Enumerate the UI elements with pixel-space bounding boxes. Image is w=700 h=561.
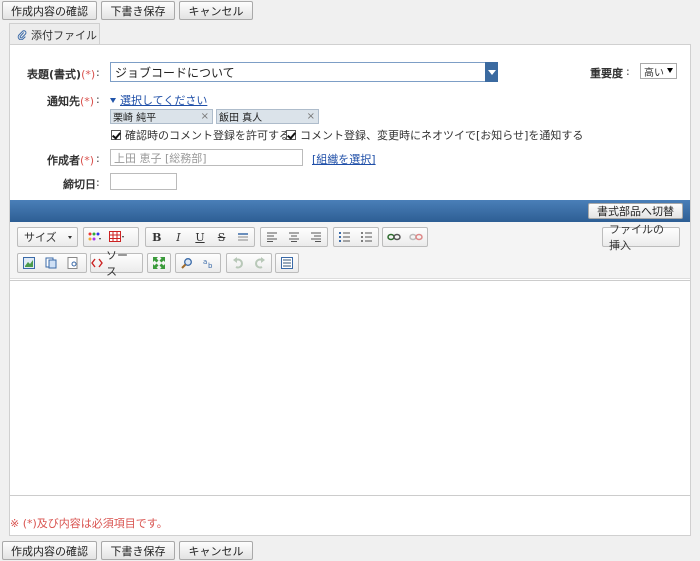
priority-select[interactable]: 高い xyxy=(640,63,677,79)
required-fields-note: ※ (*)及び内容は必須項目です。 xyxy=(10,517,168,530)
italic-button[interactable]: I xyxy=(168,228,190,246)
subject-dropdown-button[interactable] xyxy=(485,62,498,82)
priority-value: 高い xyxy=(644,67,664,79)
show-blocks-icon xyxy=(276,254,298,272)
checkbox-checked-icon[interactable] xyxy=(286,130,296,140)
size-dropdown[interactable]: サイズ xyxy=(17,227,78,247)
author-colon: : xyxy=(96,152,100,165)
link-icon[interactable] xyxy=(383,228,405,246)
source-code-icon xyxy=(91,254,104,272)
deadline-colon: : xyxy=(96,176,100,189)
redo-icon[interactable] xyxy=(249,254,271,272)
chevron-down-icon xyxy=(667,68,673,73)
triangle-down-icon xyxy=(110,97,116,103)
svg-text:a: a xyxy=(203,258,207,266)
align-left-icon[interactable] xyxy=(261,228,283,246)
attach-file-label: 添付ファイル xyxy=(31,28,97,42)
author-label: 作成者(*) xyxy=(47,154,95,167)
cancel-button-top[interactable]: キャンセル xyxy=(179,1,253,20)
priority-label: 重要度 xyxy=(590,67,623,80)
select-org-text[interactable]: [組織を選択] xyxy=(312,153,376,166)
align-group xyxy=(260,227,328,247)
allow-comment-checkbox[interactable]: 確認時のコメント登録を許可する xyxy=(111,127,290,143)
source-label: ソース xyxy=(105,249,128,278)
notify-checkbox[interactable]: コメント登録、変更時にネオツイで[お知らせ]を通知する xyxy=(286,127,583,143)
text-style-group: B I U S xyxy=(145,227,255,247)
source-button[interactable]: ソース xyxy=(90,249,143,278)
chevron-down-icon xyxy=(487,69,496,75)
maximize-button[interactable] xyxy=(147,253,171,273)
remove-icon[interactable]: × xyxy=(201,111,209,122)
editor-toolbar: サイズ B I U S ファイルの挿入 ソース a b xyxy=(10,222,690,279)
recipient-name: 栗崎 純平 xyxy=(113,113,157,124)
history-group xyxy=(226,253,272,273)
size-label: サイズ xyxy=(24,231,57,244)
media-group xyxy=(17,253,87,273)
color-group xyxy=(83,227,139,247)
attach-file-tab[interactable]: 添付ファイル xyxy=(9,23,100,45)
insert-file-label: ファイルの挿入 xyxy=(609,223,664,252)
select-recipients-text[interactable]: 選択してください xyxy=(120,92,207,108)
notify-label: コメント登録、変更時にネオツイで[お知らせ]を通知する xyxy=(300,129,584,142)
message-form: 表題(書式)(*) : ジョブコードについて 重要度 : 高い 通知先(*) :… xyxy=(9,44,691,536)
priority-colon: : xyxy=(626,65,630,78)
align-center-icon[interactable] xyxy=(283,228,305,246)
subject-input[interactable]: ジョブコードについて xyxy=(110,62,498,82)
recipients-colon: : xyxy=(96,93,100,106)
document-icon[interactable] xyxy=(40,254,62,272)
select-recipients-link[interactable]: 選択してください xyxy=(110,92,207,108)
undo-icon[interactable] xyxy=(227,254,249,272)
table-icon[interactable] xyxy=(106,228,128,246)
unlink-icon[interactable] xyxy=(405,228,427,246)
strikethrough-button[interactable]: S xyxy=(211,228,233,246)
link-group xyxy=(382,227,428,247)
recipient-chip: 飯田 真人 × xyxy=(216,109,319,124)
bold-button[interactable]: B xyxy=(146,228,168,246)
svg-text:b: b xyxy=(208,262,213,269)
search-group: ab xyxy=(175,253,221,273)
underline-button[interactable]: U xyxy=(189,228,211,246)
recipient-name: 飯田 真人 xyxy=(219,113,263,124)
subject-colon: : xyxy=(96,66,100,79)
confirm-button-top[interactable]: 作成内容の確認 xyxy=(2,1,97,20)
bullet-list-icon[interactable] xyxy=(356,228,378,246)
text-color-icon[interactable] xyxy=(84,228,106,246)
cancel-button-bottom[interactable]: キャンセル xyxy=(179,541,253,560)
list-group xyxy=(333,227,379,247)
deadline-input[interactable] xyxy=(110,173,177,190)
paperclip-icon xyxy=(17,29,27,40)
recipients-label: 通知先(*) xyxy=(47,95,95,108)
confirm-button-bottom[interactable]: 作成内容の確認 xyxy=(2,541,97,560)
recipient-chip: 栗崎 純平 × xyxy=(110,109,213,124)
editor-content-area[interactable] xyxy=(10,280,690,496)
remove-icon[interactable]: × xyxy=(307,111,315,122)
align-right-icon[interactable] xyxy=(305,228,327,246)
deadline-label: 締切日 xyxy=(63,178,96,191)
maximize-icon xyxy=(148,254,170,272)
preview-icon[interactable] xyxy=(62,254,84,272)
insert-file-button[interactable]: ファイルの挿入 xyxy=(602,223,680,252)
allow-comment-label: 確認時のコメント登録を許可する xyxy=(125,129,290,142)
save-draft-button-bottom[interactable]: 下書き保存 xyxy=(101,541,175,560)
subject-label: 表題(書式)(*) xyxy=(27,68,96,81)
switch-format-button[interactable]: 書式部品へ切替 xyxy=(588,203,683,219)
replace-icon[interactable]: ab xyxy=(198,254,220,272)
search-icon[interactable] xyxy=(176,254,198,272)
save-draft-button-top[interactable]: 下書き保存 xyxy=(101,1,175,20)
numbered-list-icon[interactable] xyxy=(334,228,356,246)
chevron-down-icon xyxy=(68,236,72,239)
checkbox-checked-icon[interactable] xyxy=(111,130,121,140)
image-icon[interactable] xyxy=(18,254,40,272)
show-blocks-button[interactable] xyxy=(275,253,299,273)
highlight-icon[interactable] xyxy=(232,228,254,246)
author-input[interactable]: 上田 恵子 [総務部] xyxy=(110,149,303,166)
select-org-link[interactable]: [組織を選択] xyxy=(312,151,376,167)
